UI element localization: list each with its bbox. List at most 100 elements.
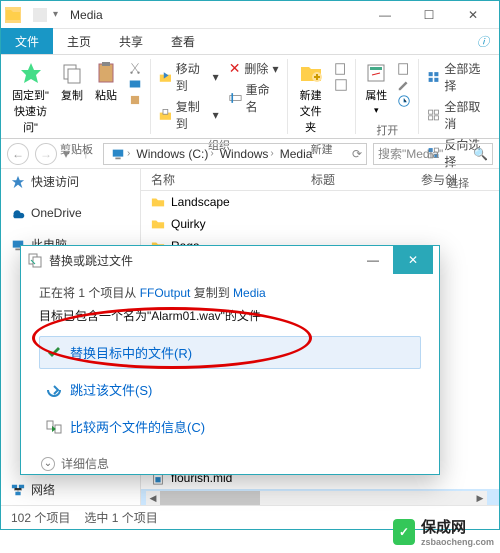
- title-bar: ▾ Media — ☐ ✕: [1, 1, 499, 29]
- crumb-root[interactable]: ›: [108, 147, 133, 161]
- newfolder-button[interactable]: 新建 文件夹: [294, 59, 327, 137]
- cut-icon[interactable]: [126, 61, 144, 75]
- option-replace[interactable]: 替换目标中的文件(R): [39, 336, 421, 369]
- details-toggle[interactable]: ⌄ 详细信息: [39, 449, 421, 478]
- paste-button[interactable]: 粘贴: [92, 59, 120, 105]
- search-icon: 🔍: [473, 147, 488, 161]
- selectnone-button[interactable]: 全部取消: [425, 97, 491, 133]
- chevron-down-icon: ▾: [213, 108, 219, 122]
- tab-view[interactable]: 查看: [157, 28, 209, 54]
- sidebar-quickaccess[interactable]: 快速访问: [1, 169, 140, 194]
- history-icon[interactable]: [396, 94, 412, 108]
- group-organize: 移动到▾ 复制到▾ ✕删除▾ 重命名 组织: [151, 59, 288, 134]
- option-skip[interactable]: 跳过该文件(S): [39, 373, 421, 406]
- close-button[interactable]: ✕: [451, 1, 495, 29]
- conflict-heading: 目标已包含一个名为"Alarm01.wav"的文件: [39, 307, 421, 324]
- clipboard-extra: [126, 59, 144, 107]
- list-item[interactable]: Landscape: [141, 191, 499, 213]
- open-icon[interactable]: [396, 62, 412, 76]
- chevron-down-icon: ⌄: [41, 457, 55, 471]
- chevron-down-icon: ▾: [374, 105, 379, 116]
- up-button[interactable]: ↑: [75, 143, 97, 165]
- forward-button[interactable]: →: [35, 143, 57, 165]
- scroll-left-button[interactable]: ◀: [146, 491, 160, 505]
- copyto-button[interactable]: 复制到▾: [157, 97, 221, 133]
- skip-icon: [46, 382, 62, 398]
- tab-home[interactable]: 主页: [53, 28, 105, 54]
- back-button[interactable]: ←: [7, 143, 29, 165]
- compare-icon: [46, 419, 62, 435]
- list-item[interactable]: Quirky: [141, 213, 499, 235]
- recent-dropdown[interactable]: ▾: [63, 147, 69, 161]
- column-headers: 名称 标题 参与创: [141, 169, 499, 191]
- replace-skip-dialog: 替换或跳过文件 — ✕ 正在将 1 个项目从 FFOutput 复制到 Medi…: [20, 245, 440, 475]
- item-count: 102 个项目: [11, 509, 70, 526]
- watermark-brand: 保成网: [421, 516, 494, 537]
- pin-icon: [19, 61, 43, 85]
- new-item-icon[interactable]: [333, 62, 349, 76]
- props-button[interactable]: 属性▾: [362, 59, 390, 118]
- edit-icon[interactable]: [396, 78, 412, 92]
- star-icon: [11, 175, 25, 189]
- moveto-button[interactable]: 移动到▾: [157, 59, 221, 95]
- minimize-button[interactable]: —: [363, 1, 407, 29]
- group-open: 属性▾ 打开: [356, 59, 419, 134]
- dialog-minimize-button[interactable]: —: [353, 246, 393, 274]
- breadcrumb[interactable]: › Windows (C:)› Windows› Media ⟳: [103, 143, 367, 165]
- scroll-right-button[interactable]: ▶: [473, 491, 487, 505]
- dialog-body: 正在将 1 个项目从 FFOutput 复制到 Media 目标已包含一个名为"…: [21, 274, 439, 488]
- pin-button[interactable]: 固定到" 快速访问": [9, 59, 52, 137]
- horizontal-scrollbar[interactable]: ◀ ▶: [146, 491, 487, 505]
- copyto-icon: [159, 108, 172, 122]
- dialog-title: 替换或跳过文件: [49, 252, 353, 269]
- tab-file[interactable]: 文件: [1, 28, 53, 54]
- pc-icon: [111, 147, 125, 161]
- col-title[interactable]: 标题: [301, 171, 411, 188]
- maximize-button[interactable]: ☐: [407, 1, 451, 29]
- qat-dropdown-icon[interactable]: ▾: [53, 9, 58, 20]
- crumb-item[interactable]: Windows›: [217, 147, 277, 161]
- help-button[interactable]: ⓘ: [467, 29, 499, 54]
- crumb-item[interactable]: Media: [277, 147, 316, 161]
- window-controls: — ☐ ✕: [363, 1, 495, 29]
- option-compare[interactable]: 比较两个文件的信息(C): [39, 410, 421, 443]
- dialog-titlebar: 替换或跳过文件 — ✕: [21, 246, 439, 274]
- group-clipboard: 固定到" 快速访问" 复制 粘贴 剪贴板: [3, 59, 151, 134]
- col-contrib[interactable]: 参与创: [411, 171, 467, 188]
- selection-count: 选中 1 个项目: [84, 509, 157, 526]
- crumb-item[interactable]: Windows (C:)›: [133, 147, 216, 161]
- easy-access-icon[interactable]: [333, 78, 349, 92]
- replace-icon: [46, 345, 62, 361]
- chevron-down-icon: ▾: [213, 70, 219, 84]
- rename-button[interactable]: 重命名: [227, 80, 281, 116]
- copy-icon: [60, 61, 84, 85]
- newfolder-icon: [299, 61, 323, 85]
- folder-icon: [5, 7, 21, 23]
- copy-status-line: 正在将 1 个项目从 FFOutput 复制到 Media: [39, 284, 421, 301]
- copy-button[interactable]: 复制: [58, 59, 86, 105]
- selectall-icon: [427, 70, 440, 84]
- qat-item[interactable]: [33, 8, 47, 22]
- scroll-thumb[interactable]: [160, 491, 260, 505]
- group-new: 新建 文件夹 新建: [288, 59, 356, 134]
- ribbon-tabs: 文件 主页 共享 查看 ⓘ: [1, 29, 499, 55]
- selectnone-icon: [427, 108, 440, 122]
- sidebar-onedrive[interactable]: OneDrive: [1, 202, 140, 224]
- tab-share[interactable]: 共享: [105, 28, 157, 54]
- delete-icon: ✕: [229, 60, 241, 77]
- paste-shortcut-icon[interactable]: [126, 93, 144, 107]
- shield-icon: ✓: [393, 519, 415, 545]
- copy-dialog-icon: [27, 252, 43, 268]
- src-link[interactable]: FFOutput: [140, 286, 191, 300]
- refresh-button[interactable]: ⟳: [352, 147, 362, 161]
- delete-button[interactable]: ✕删除▾: [227, 59, 281, 78]
- dst-link[interactable]: Media: [233, 286, 266, 300]
- scroll-track[interactable]: [160, 491, 473, 505]
- chevron-down-icon: ▾: [272, 62, 278, 76]
- window-title: Media: [64, 8, 103, 22]
- copy-path-icon[interactable]: [126, 77, 144, 91]
- search-input[interactable]: 搜索"Media" 🔍: [373, 143, 493, 165]
- selectall-button[interactable]: 全部选择: [425, 59, 491, 95]
- dialog-close-button[interactable]: ✕: [393, 246, 433, 274]
- col-name[interactable]: 名称: [141, 171, 301, 188]
